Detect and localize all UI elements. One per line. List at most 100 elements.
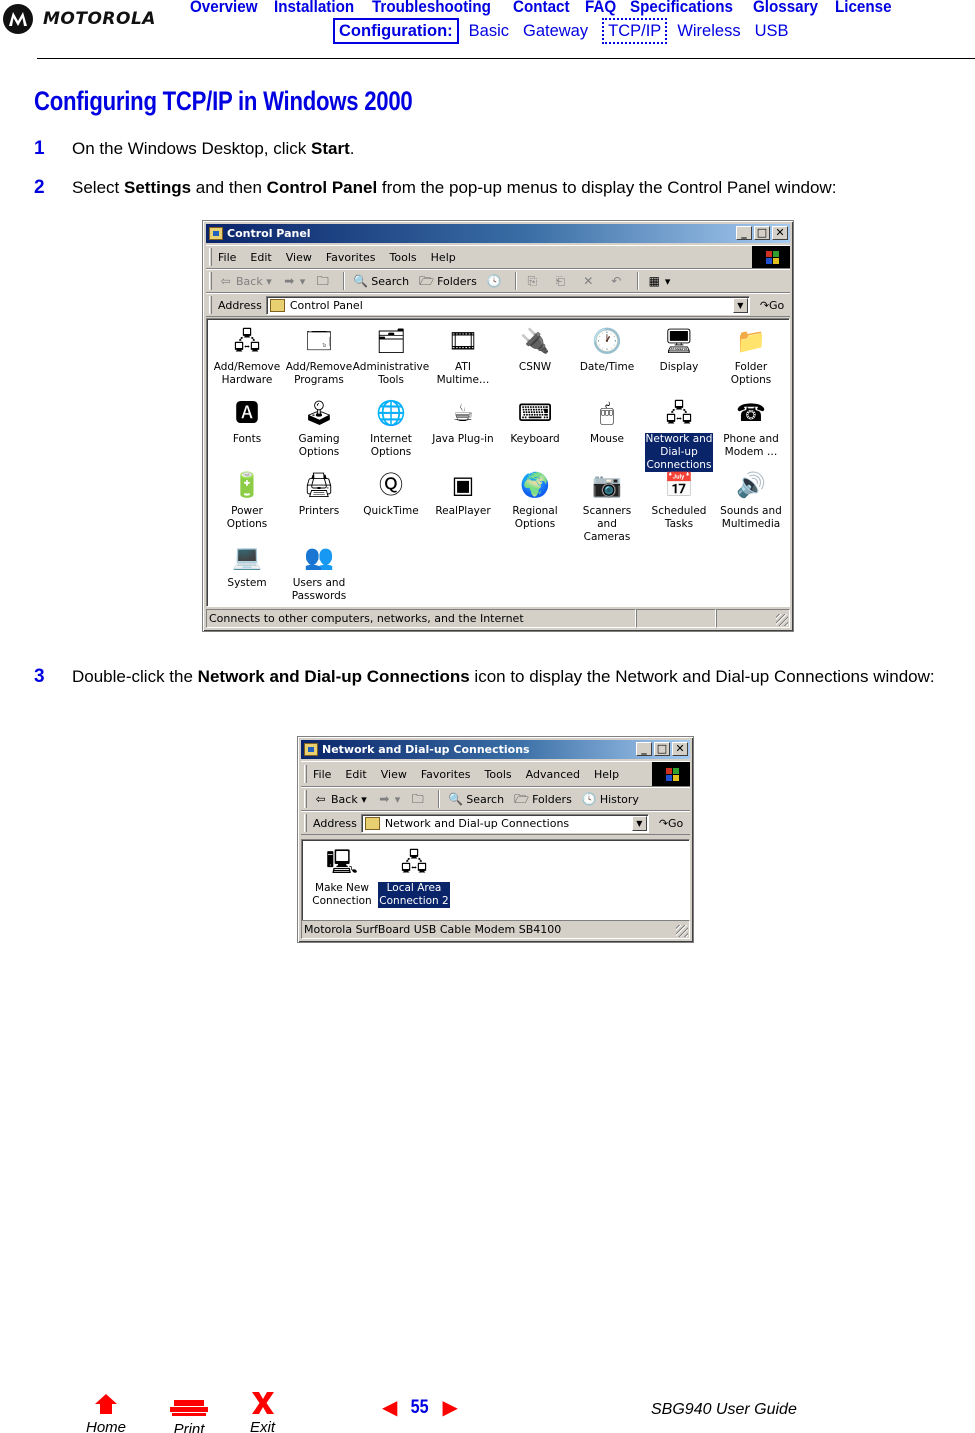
go-button[interactable]: ↷ Go — [659, 817, 683, 830]
icon-item[interactable]: 🖧 Add/Remove Hardware — [211, 323, 283, 395]
icon-item[interactable]: 🖧 Network and Dial-up Connections — [643, 395, 715, 472]
icon-item[interactable]: 💻 System — [211, 539, 283, 611]
menu-edit[interactable]: Edit — [250, 251, 271, 264]
history-button[interactable]: 🕓 History — [582, 792, 639, 806]
icon-item[interactable]: 🗔 Add/Remove Programs — [283, 323, 355, 395]
toolbar-grip[interactable] — [304, 765, 307, 783]
icon-item[interactable]: 🖨 Printers — [283, 467, 355, 539]
window-titlebar[interactable]: Network and Dial-up Connections _ □ ✕ — [301, 740, 690, 759]
icon-item[interactable]: 🎞 ATI Multime… — [427, 323, 499, 395]
nav-tcpip-current[interactable]: TCP/IP — [602, 18, 668, 44]
icon-item[interactable]: 📅 Scheduled Tasks — [643, 467, 715, 539]
back-button[interactable]: ⇦ Back ▾ — [313, 792, 366, 806]
toolbar-grip[interactable] — [304, 814, 307, 832]
menu-edit[interactable]: Edit — [345, 768, 366, 781]
icon-item[interactable]: 🖧 Local Area Connection 2 — [378, 844, 450, 916]
icon-item[interactable]: 🕐 Date/Time — [571, 323, 643, 395]
icon-item[interactable]: 🌍 Regional Options — [499, 467, 571, 539]
up-folder-button[interactable]: 🗀 — [315, 274, 333, 288]
nav-license[interactable]: License — [835, 0, 892, 17]
folders-button[interactable]: 🗁 Folders — [514, 792, 572, 806]
icon-item[interactable]: ☎ Phone and Modem … — [715, 395, 787, 467]
icon-item[interactable]: 🖱 Mouse — [571, 395, 643, 467]
maximize-button[interactable]: □ — [654, 742, 670, 756]
history-button[interactable]: 🕓 — [487, 274, 505, 288]
nav-gateway[interactable]: Gateway — [523, 22, 588, 41]
previous-page-arrow-icon[interactable]: ◀ — [382, 1398, 397, 1418]
views-button[interactable]: ▦ ▾ — [647, 274, 671, 288]
nav-specifications[interactable]: Specifications — [630, 0, 733, 17]
up-folder-button[interactable]: 🗀 — [410, 792, 428, 806]
forward-button[interactable]: ➡ ▾ — [377, 792, 400, 806]
nav-installation[interactable]: Installation — [274, 0, 354, 17]
nav-contact[interactable]: Contact — [513, 0, 570, 17]
toolbar-grip[interactable] — [304, 790, 307, 808]
search-button[interactable]: 🔍 Search — [353, 274, 409, 288]
icon-item[interactable]: 🔋 Power Options — [211, 467, 283, 539]
address-dropdown-button[interactable]: ▼ — [631, 815, 647, 831]
close-button[interactable]: ✕ — [772, 226, 788, 240]
menu-help[interactable]: Help — [594, 768, 619, 781]
undo-button[interactable]: ↶ — [609, 274, 627, 288]
move-to-button[interactable]: ⎘ — [525, 274, 543, 288]
minimize-button[interactable]: _ — [736, 226, 752, 240]
menu-tools[interactable]: Tools — [390, 251, 417, 264]
menu-file[interactable]: File — [218, 251, 236, 264]
exit-button[interactable]: Exit — [250, 1392, 275, 1433]
icon-item[interactable]: 🗂 Administrative Tools — [353, 323, 429, 395]
icon-item[interactable]: 🔌 CSNW — [499, 323, 571, 395]
window-titlebar[interactable]: Control Panel _ □ ✕ — [206, 224, 790, 243]
address-input[interactable]: Network and Dial-up Connections ▼ — [360, 813, 649, 833]
go-button[interactable]: ↷ Go — [760, 299, 784, 312]
forward-button[interactable]: ➡ ▾ — [282, 274, 305, 288]
icon-item[interactable]: 📷 Scanners and Cameras — [571, 467, 643, 543]
menu-tools[interactable]: Tools — [485, 768, 512, 781]
nav-wireless[interactable]: Wireless — [677, 22, 740, 41]
close-button[interactable]: ✕ — [672, 742, 688, 756]
configuration-label[interactable]: Configuration: — [333, 18, 459, 44]
menu-help[interactable]: Help — [431, 251, 456, 264]
icon-item[interactable]: 🕹 Gaming Options — [283, 395, 355, 467]
icon-item[interactable]: ☕ Java Plug-in — [427, 395, 499, 467]
status-text: Motorola SurfBoard USB Cable Modem SB410… — [301, 920, 690, 939]
menu-favorites[interactable]: Favorites — [326, 251, 376, 264]
resize-grip[interactable] — [776, 614, 788, 626]
print-button[interactable]: Print — [170, 1400, 208, 1433]
icon-item[interactable]: 📁 Folder Options — [715, 323, 787, 395]
next-page-arrow-icon[interactable]: ▶ — [443, 1398, 458, 1418]
folders-button[interactable]: 🗁 Folders — [419, 274, 477, 288]
back-button[interactable]: ⇦ Back ▾ — [218, 274, 271, 288]
menu-favorites[interactable]: Favorites — [421, 768, 471, 781]
toolbar-grip[interactable] — [209, 248, 212, 266]
nav-faq[interactable]: FAQ — [585, 0, 616, 17]
icon-item[interactable]: ▣ RealPlayer — [427, 467, 499, 539]
menu-file[interactable]: File — [313, 768, 331, 781]
icon-item[interactable]: 🅰 Fonts — [211, 395, 283, 467]
nav-basic[interactable]: Basic — [469, 22, 509, 41]
nav-overview[interactable]: Overview — [190, 0, 258, 17]
icon-item[interactable]: 🌐 Internet Options — [355, 395, 427, 467]
toolbar-grip[interactable] — [209, 272, 212, 290]
search-button[interactable]: 🔍 Search — [448, 792, 504, 806]
icon-item[interactable]: 🖥 Display — [643, 323, 715, 395]
address-input[interactable]: Control Panel ▼ — [265, 295, 750, 315]
menu-advanced[interactable]: Advanced — [526, 768, 580, 781]
nav-usb[interactable]: USB — [755, 22, 789, 41]
resize-grip[interactable] — [676, 925, 688, 937]
nav-glossary[interactable]: Glossary — [753, 0, 818, 17]
home-button[interactable]: Home — [86, 1394, 126, 1433]
menu-view[interactable]: View — [381, 768, 407, 781]
toolbar-grip[interactable] — [209, 296, 212, 314]
icon-item[interactable]: 👥 Users and Passwords — [283, 539, 355, 611]
delete-button[interactable]: ✕ — [581, 274, 599, 288]
maximize-button[interactable]: □ — [754, 226, 770, 240]
copy-to-button[interactable]: ⎗ — [553, 274, 571, 288]
address-dropdown-button[interactable]: ▼ — [732, 297, 748, 313]
menu-view[interactable]: View — [286, 251, 312, 264]
icon-item[interactable]: ⌨ Keyboard — [499, 395, 571, 467]
minimize-button[interactable]: _ — [636, 742, 652, 756]
icon-item[interactable]: 🔊 Sounds and Multimedia — [715, 467, 787, 539]
nav-troubleshooting[interactable]: Troubleshooting — [372, 0, 491, 17]
icon-item[interactable]: 🖳 Make New Connection — [306, 844, 378, 916]
icon-item[interactable]: Ⓠ QuickTime — [355, 467, 427, 539]
